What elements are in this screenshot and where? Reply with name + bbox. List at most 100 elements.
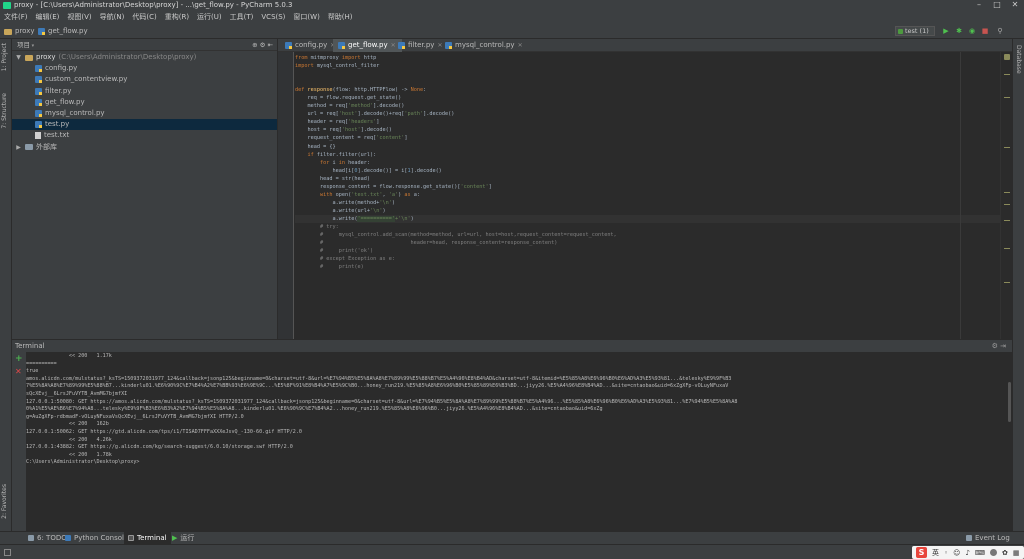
pycharm-app-icon (3, 2, 11, 9)
menu-run[interactable]: 运行(U) (193, 11, 226, 24)
close-tab-icon[interactable]: ✕ (518, 39, 523, 52)
user-icon[interactable] (990, 549, 998, 556)
input-method-toolbar[interactable]: S 英 ◦ ☺ ♪ ⌨ ✿ ▦ (912, 546, 1024, 559)
todo-icon (28, 535, 34, 541)
hide-panel-icon[interactable]: ⇤ (268, 41, 273, 49)
tool-window-bar: 6: TODO Python Console Terminal ▶ 运行 Eve… (0, 531, 1024, 544)
tab-get-flow[interactable]: get_flow.py ✕ (333, 39, 402, 52)
inspection-status-icon[interactable] (1004, 54, 1010, 60)
breadcrumb-file[interactable]: get_flow.py (38, 24, 88, 39)
menu-file[interactable]: 文件(F) (0, 11, 32, 24)
editor-gutter[interactable] (278, 52, 294, 339)
menu-help[interactable]: 帮助(H) (324, 11, 357, 24)
settings-gear-icon[interactable]: ⚙ (992, 342, 998, 350)
tab-mysql-control[interactable]: mysql_control.py ✕ (440, 39, 529, 52)
warning-marker[interactable] (1004, 97, 1010, 98)
project-tool-tab[interactable]: 1: Project (1, 43, 8, 71)
python-console-tool-tab[interactable]: Python Console (61, 532, 132, 544)
terminal-line: sQcXEvj__6LrsJFuVYTB_AvmMG7bjmfXI (26, 390, 128, 397)
structure-tool-tab[interactable]: 7: Structure (1, 93, 8, 129)
status-bar: S 英 ◦ ☺ ♪ ⌨ ✿ ▦ (0, 544, 1024, 559)
code-line: head = {} (295, 143, 336, 150)
close-window-button[interactable]: ✕ (1006, 0, 1024, 11)
hide-panel-icon[interactable]: ⇥ (1000, 342, 1006, 350)
terminal-line: ========== (26, 360, 57, 367)
menu-tools[interactable]: 工具(T) (226, 11, 258, 24)
project-view-select[interactable]: 项目 (17, 41, 30, 49)
toolbox-icon[interactable]: ▦ (1013, 549, 1020, 557)
code-line: a.write(method+'\n') (295, 199, 395, 206)
right-margin-guide (960, 52, 961, 339)
search-everywhere-icon[interactable]: ⚲ (996, 27, 1004, 35)
sync-icon[interactable]: ⊕ (252, 41, 257, 49)
breadcrumb-project[interactable]: proxy (4, 24, 35, 39)
tree-file-get-flow[interactable]: get_flow.py (12, 97, 277, 108)
code-line: req = flow.request.get_state() (295, 95, 402, 102)
terminal-tool-tab[interactable]: Terminal (124, 532, 171, 544)
tree-file-mysql-control[interactable]: mysql_control.py (12, 108, 277, 119)
menu-code[interactable]: 代码(C) (128, 11, 160, 24)
favorites-tool-tab[interactable]: 2: Favorites (1, 484, 8, 519)
code-line: response_content = flow.response.get_sta… (295, 183, 492, 190)
run-tool-tab[interactable]: ▶ 运行 (168, 532, 198, 544)
event-log-tool-tab[interactable]: Event Log (962, 532, 1014, 544)
tree-file-custom-contentview[interactable]: custom_contentview.py (12, 74, 277, 85)
menu-vcs[interactable]: VCS(S) (257, 11, 289, 24)
tree-external-libraries[interactable]: ▶ 外部库 (12, 142, 277, 153)
minimize-button[interactable]: – (970, 0, 988, 11)
tree-file-test[interactable]: test.py (12, 119, 277, 131)
code-line: head = str(head) (295, 175, 370, 182)
tree-file-filter[interactable]: filter.py (12, 86, 277, 97)
tree-root-proxy[interactable]: ▼ proxy (C:\Users\Administrator\Desktop\… (12, 52, 277, 63)
coverage-icon[interactable]: ◉ (968, 27, 976, 35)
debug-icon[interactable]: ✱ (955, 27, 963, 35)
terminal-line: 127.0.0.1:50080: GET https://amos.alicdn… (26, 398, 738, 405)
warning-marker[interactable] (1004, 248, 1010, 249)
database-tool-tab[interactable]: Database (1015, 45, 1022, 74)
warning-marker[interactable] (1004, 74, 1010, 75)
warning-marker[interactable] (1004, 192, 1010, 193)
maximize-button[interactable]: □ (988, 0, 1006, 11)
sogou-ime-icon: S (916, 547, 927, 558)
event-log-icon (966, 535, 972, 541)
right-tool-stripe: Database (1012, 39, 1024, 531)
warning-marker[interactable] (1004, 204, 1010, 205)
menu-view[interactable]: 视图(V) (63, 11, 95, 24)
tree-file-config[interactable]: config.py (12, 63, 277, 74)
expand-arrow-icon[interactable]: ▶ (15, 142, 22, 153)
ime-language-indicator[interactable]: 英 (932, 548, 939, 558)
stop-icon[interactable]: ■ (981, 27, 989, 35)
warning-marker[interactable] (1004, 282, 1010, 283)
run-icon: ▶ (172, 534, 178, 542)
python-file-icon (35, 121, 42, 129)
run-config-select[interactable]: test (1) (895, 26, 935, 36)
run-icon[interactable]: ▶ (942, 27, 950, 35)
microphone-icon[interactable]: ♪ (965, 549, 969, 557)
menu-edit[interactable]: 编辑(E) (32, 11, 64, 24)
tree-file-test-txt[interactable]: test.txt (12, 130, 277, 141)
python-file-icon (35, 110, 42, 118)
punctuation-icon[interactable]: ◦ (944, 549, 948, 557)
emoji-icon[interactable]: ☺ (953, 549, 960, 557)
tool-windows-toggle-icon[interactable] (4, 549, 11, 556)
menu-refactor[interactable]: 重构(R) (161, 11, 193, 24)
warning-marker[interactable] (1004, 220, 1010, 221)
settings-gear-icon[interactable]: ⚙ (260, 41, 266, 49)
terminal-output[interactable]: << 200 1.17k ========== true amos.alicdn… (26, 352, 1012, 531)
project-panel: 项目 ▾ ⊕ ⚙ ⇤ ▼ proxy (C:\Users\Administrat… (12, 39, 277, 339)
new-session-icon[interactable]: + (15, 354, 23, 364)
skin-icon[interactable]: ✿ (1002, 549, 1008, 557)
terminal-title: Terminal (15, 342, 45, 350)
code-editor[interactable]: from mitmproxy import http import mysql_… (295, 52, 1000, 339)
code-line: # header=head, response_content=response… (295, 240, 558, 247)
warning-marker[interactable] (1004, 147, 1010, 148)
close-session-icon[interactable]: ✕ (15, 367, 22, 376)
terminal-line: << 200 1.17k (26, 353, 112, 359)
collapse-arrow-icon[interactable]: ▼ (15, 52, 22, 63)
keyboard-icon[interactable]: ⌨ (975, 549, 985, 557)
code-line: if filter.filter(url): (307, 151, 377, 158)
error-stripe[interactable] (1000, 52, 1012, 339)
menu-window[interactable]: 窗口(W) (289, 11, 323, 24)
terminal-scrollbar[interactable] (1007, 352, 1012, 531)
menu-navigate[interactable]: 导航(N) (96, 11, 129, 24)
